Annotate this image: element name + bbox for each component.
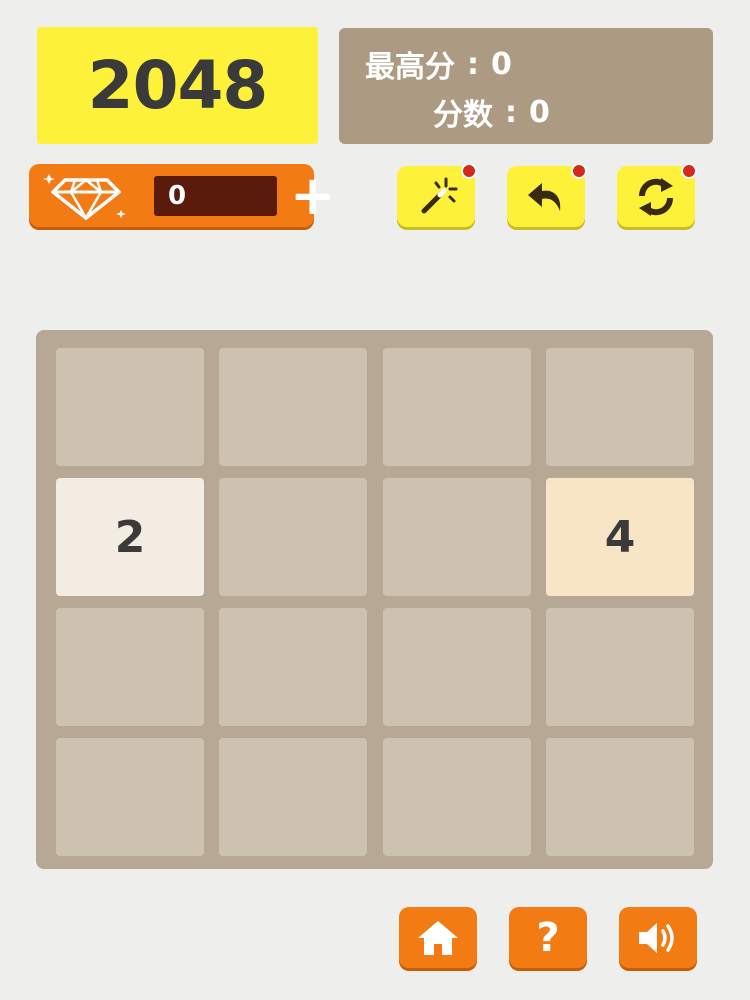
add-gems-button[interactable]: + [290, 169, 335, 223]
diamond-icon [43, 174, 126, 221]
undo-button[interactable] [507, 163, 587, 227]
question-icon: ? [536, 914, 560, 961]
empty-cell [56, 738, 204, 856]
empty-cell [56, 348, 204, 466]
game-board[interactable]: 24 [36, 330, 713, 869]
empty-cell [546, 348, 694, 466]
empty-cell [219, 738, 367, 856]
undo-badge [571, 163, 587, 179]
magic-wand-icon [421, 177, 458, 213]
empty-cell [383, 348, 531, 466]
restart-badge [681, 163, 697, 179]
current-score-value: 0 [529, 94, 550, 130]
empty-cell [383, 478, 531, 596]
empty-cell [383, 608, 531, 726]
best-score-row: 最高分 : 0 [355, 44, 512, 86]
current-score-label: 分数 [433, 98, 493, 133]
restart-button[interactable] [617, 163, 697, 227]
gem-count-display: 0 [154, 176, 277, 216]
empty-cell [383, 738, 531, 856]
empty-cell [219, 608, 367, 726]
home-button[interactable] [399, 907, 477, 968]
best-score-label: 最高分 [365, 50, 455, 85]
current-score-row: 分数 : 0 [355, 92, 550, 134]
empty-cell [56, 608, 204, 726]
magic-wand-badge [461, 163, 477, 179]
tile: 4 [546, 478, 694, 596]
empty-cell [219, 348, 367, 466]
best-score-value: 0 [491, 46, 512, 82]
best-score-separator: : [467, 46, 479, 82]
help-button[interactable]: ? [509, 907, 587, 968]
sound-button[interactable] [619, 907, 697, 968]
refresh-icon [638, 177, 674, 216]
tile: 2 [56, 478, 204, 596]
empty-cell [219, 478, 367, 596]
home-icon [418, 920, 458, 955]
empty-cell [546, 608, 694, 726]
empty-cell [546, 738, 694, 856]
game-logo: 2048 [37, 27, 318, 144]
speaker-icon [639, 922, 674, 953]
magic-wand-button[interactable] [397, 163, 477, 227]
score-panel: 最高分 : 0 分数 : 0 [339, 28, 713, 144]
undo-arrow-icon [528, 182, 561, 211]
current-score-separator: : [505, 94, 517, 130]
gem-counter: 0 + [29, 164, 335, 227]
